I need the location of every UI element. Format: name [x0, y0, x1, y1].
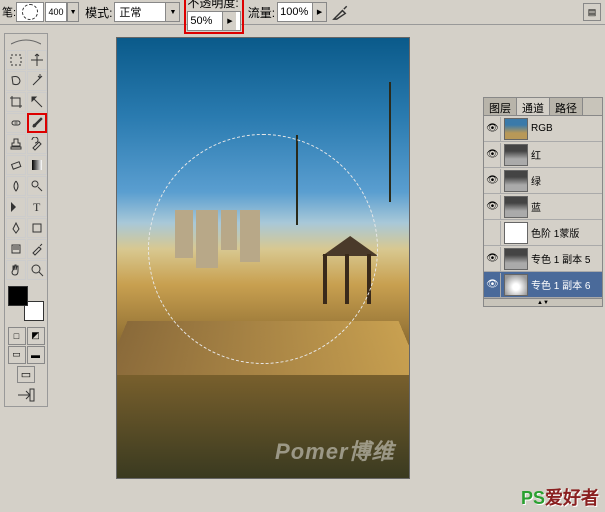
- tool-path[interactable]: [6, 197, 26, 217]
- channels-list: 👁 RGB 👁 红 👁 绿 👁 蓝: [484, 116, 602, 298]
- toolbox-grip[interactable]: [6, 36, 46, 48]
- tool-slice[interactable]: [27, 92, 47, 112]
- panels-dock: 图层 通道 路径 👁 RGB 👁 红 👁 绿: [483, 97, 603, 512]
- channels-panel: 图层 通道 路径 👁 RGB 👁 红 👁 绿: [483, 97, 603, 307]
- photo-tree: [389, 82, 391, 202]
- watermark-text: Pomer博维: [275, 434, 394, 466]
- channel-name: 蓝: [531, 199, 601, 214]
- watermark-ps: PS: [521, 488, 545, 508]
- jump-to-icon[interactable]: [16, 387, 36, 406]
- brush-cursor-outline: [148, 134, 378, 364]
- channel-name: 绿: [531, 173, 601, 188]
- tool-gradient[interactable]: [27, 155, 47, 175]
- tool-eraser[interactable]: [6, 155, 26, 175]
- quickmask-grid: □ ◩ ▭ ▬: [8, 327, 45, 364]
- tool-crop[interactable]: [6, 92, 26, 112]
- tool-stamp[interactable]: [6, 134, 26, 154]
- channel-name: 红: [531, 147, 601, 162]
- screen-full-menu-icon[interactable]: ▬: [27, 346, 45, 364]
- channel-thumb: [504, 248, 528, 270]
- brush-dropdown-arrow[interactable]: ▼: [67, 2, 79, 22]
- panel-tabs: 图层 通道 路径: [484, 98, 602, 116]
- tool-healing[interactable]: [6, 113, 26, 133]
- flow-label: 流量:: [248, 4, 275, 21]
- tool-dodge[interactable]: [27, 176, 47, 196]
- screen-full-icon[interactable]: ▭: [17, 366, 35, 384]
- tool-pen[interactable]: [6, 218, 26, 238]
- channel-name: 专色 1 副本 5: [531, 251, 601, 266]
- tool-shape[interactable]: [27, 218, 47, 238]
- eye-icon[interactable]: 👁: [485, 169, 501, 193]
- tool-history-brush[interactable]: [27, 134, 47, 154]
- document-canvas[interactable]: Pomer博维: [116, 37, 410, 479]
- color-swatches[interactable]: [8, 286, 44, 321]
- panel-resize-grip[interactable]: ▲▼: [484, 298, 602, 306]
- channel-thumb: [504, 222, 528, 244]
- site-watermark: PS爱好者: [521, 484, 599, 510]
- channel-name: RGB: [531, 123, 601, 134]
- eye-icon[interactable]: [485, 221, 501, 245]
- channel-row[interactable]: 色阶 1蒙版: [484, 220, 602, 246]
- channel-row[interactable]: 👁 绿: [484, 168, 602, 194]
- channel-thumb: [504, 144, 528, 166]
- svg-text:T: T: [33, 200, 41, 214]
- channel-name: 色阶 1蒙版: [531, 225, 601, 240]
- flow-input[interactable]: [278, 3, 312, 21]
- channel-thumb: [504, 118, 528, 140]
- standard-mode-icon[interactable]: □: [8, 327, 26, 345]
- tab-paths[interactable]: 路径: [550, 98, 583, 115]
- eye-icon[interactable]: 👁: [485, 117, 501, 141]
- chevron-down-icon: ▼: [165, 3, 179, 21]
- brush-size-input[interactable]: [45, 2, 67, 22]
- quickmask-mode-icon[interactable]: ◩: [27, 327, 45, 345]
- tool-grid: T: [6, 50, 47, 280]
- tool-move[interactable]: [27, 50, 47, 70]
- channel-thumb: [504, 274, 528, 296]
- mode-label: 模式:: [85, 4, 112, 21]
- toolbox: T □ ◩ ▭ ▬ ▭: [4, 33, 48, 407]
- channel-row[interactable]: 👁 专色 1 副本 6: [484, 272, 602, 298]
- tool-blur[interactable]: [6, 176, 26, 196]
- flow-field[interactable]: ▶: [277, 2, 327, 22]
- tool-lasso[interactable]: [6, 71, 26, 91]
- palette-well-icon[interactable]: ▤: [583, 3, 601, 21]
- tool-notes[interactable]: [6, 239, 26, 259]
- tool-wand[interactable]: [27, 71, 47, 91]
- flow-arrow-icon: ▶: [312, 3, 326, 21]
- watermark-rest: 爱好者: [545, 488, 599, 508]
- eye-icon[interactable]: 👁: [485, 273, 501, 297]
- channel-thumb: [504, 170, 528, 192]
- channel-row[interactable]: 👁 蓝: [484, 194, 602, 220]
- tab-layers[interactable]: 图层: [484, 98, 517, 115]
- tool-eyedropper[interactable]: [27, 239, 47, 259]
- tool-type[interactable]: T: [27, 197, 47, 217]
- screen-standard-icon[interactable]: ▭: [8, 346, 26, 364]
- brush-label: 笔:: [2, 4, 16, 20]
- channel-row[interactable]: 👁 红: [484, 142, 602, 168]
- mode-dropdown[interactable]: 正常 ▼: [114, 2, 180, 22]
- tool-hand[interactable]: [6, 260, 26, 280]
- tool-brush[interactable]: [27, 113, 47, 133]
- opacity-label: 不透明度:: [187, 0, 238, 10]
- tool-marquee[interactable]: [6, 50, 26, 70]
- channel-thumb: [504, 196, 528, 218]
- eye-icon[interactable]: 👁: [485, 143, 501, 167]
- feather-icon: [11, 38, 41, 46]
- airbrush-icon[interactable]: [331, 2, 351, 22]
- canvas-area: Pomer博维: [48, 25, 477, 512]
- eye-icon[interactable]: 👁: [485, 195, 501, 219]
- options-bar: 笔: ▼ 模式: 正常 ▼ 不透明度: ▶ 流量: ▶ ▤: [0, 0, 605, 25]
- channel-name: 专色 1 副本 6: [531, 277, 601, 292]
- eye-icon[interactable]: 👁: [485, 247, 501, 271]
- brush-preview[interactable]: [16, 2, 44, 22]
- channel-row[interactable]: 👁 RGB: [484, 116, 602, 142]
- tab-channels[interactable]: 通道: [517, 98, 550, 115]
- tool-zoom[interactable]: [27, 260, 47, 280]
- workspace: T □ ◩ ▭ ▬ ▭: [0, 25, 605, 512]
- channel-row[interactable]: 👁 专色 1 副本 5: [484, 246, 602, 272]
- mode-value: 正常: [115, 4, 165, 20]
- foreground-color[interactable]: [8, 286, 28, 306]
